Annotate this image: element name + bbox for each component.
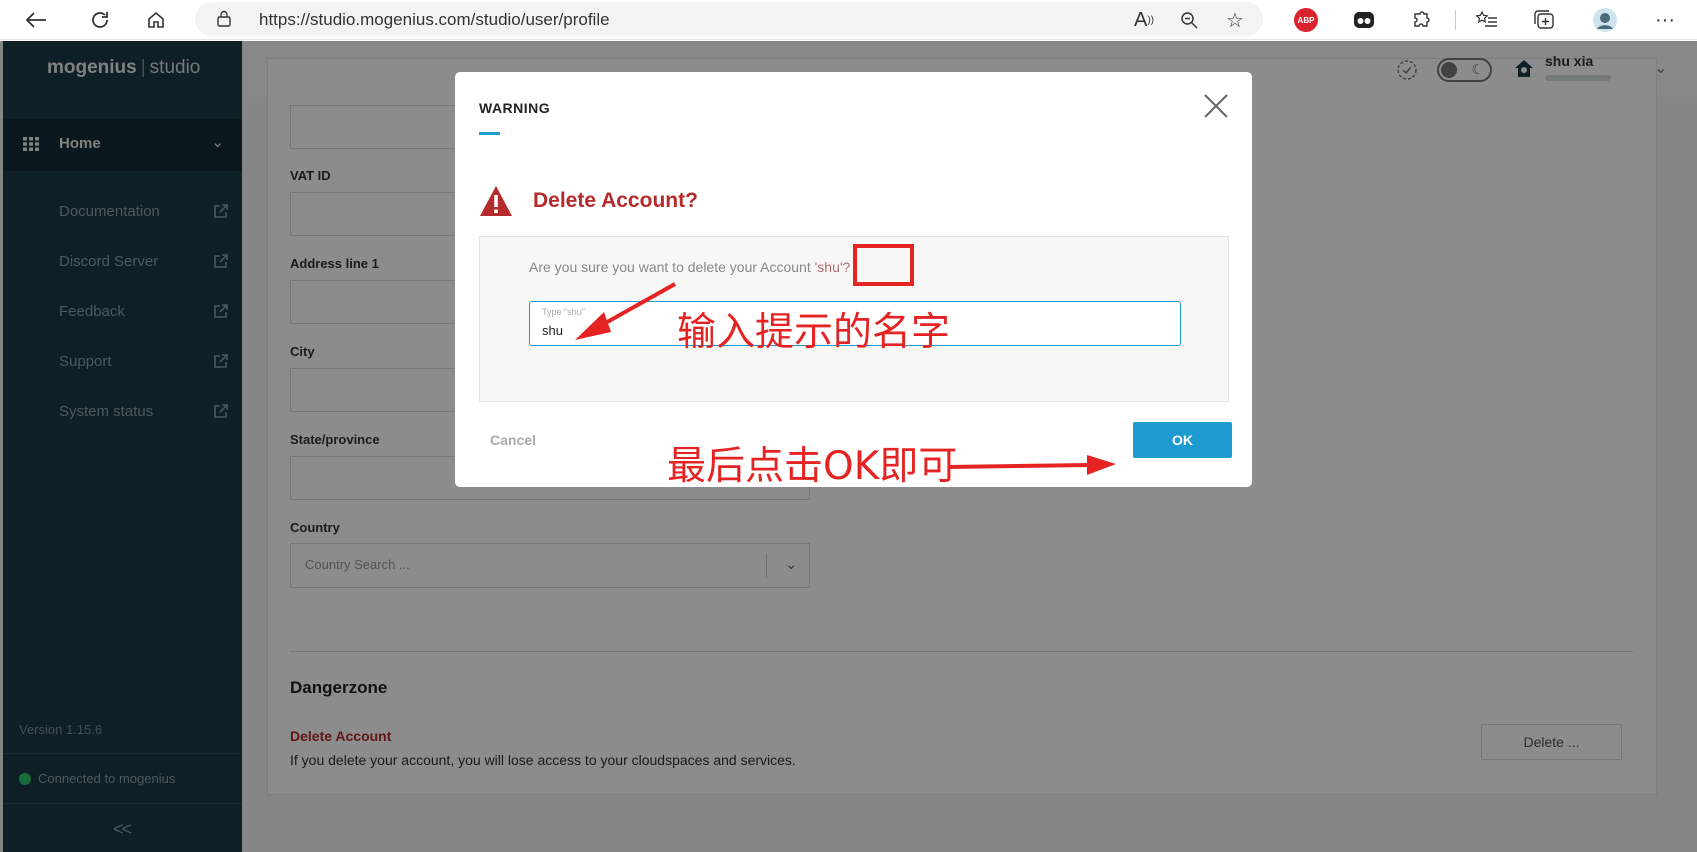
dialog-heading-row: Delete Account? xyxy=(479,184,698,218)
more-menu-icon[interactable]: ··· xyxy=(1650,5,1680,35)
favorite-star-icon[interactable]: ☆ xyxy=(1220,5,1250,35)
confirm-question: Are you sure you want to delete your Acc… xyxy=(529,259,850,275)
read-aloud-icon[interactable]: A)) xyxy=(1129,5,1159,35)
close-icon[interactable] xyxy=(1202,92,1230,120)
profile-avatar-icon[interactable] xyxy=(1590,5,1620,35)
collections-icon[interactable] xyxy=(1530,5,1560,35)
lock-icon xyxy=(217,10,231,27)
home-icon[interactable] xyxy=(140,4,172,36)
annotation-input-hint: 输入提示的名字 xyxy=(677,310,951,355)
browser-toolbar: https://studio.mogenius.com/studio/user/… xyxy=(0,0,1697,40)
extensions-puzzle-icon[interactable] xyxy=(1406,5,1436,35)
extension-mask-icon[interactable] xyxy=(1349,5,1379,35)
account-name-highlight: 'shu'? xyxy=(814,259,851,275)
url-text: https://studio.mogenius.com/studio/user/… xyxy=(259,10,610,29)
address-bar[interactable]: https://studio.mogenius.com/studio/user/… xyxy=(195,2,1263,36)
refresh-icon[interactable] xyxy=(84,4,116,36)
zoom-icon[interactable] xyxy=(1174,5,1204,35)
toolbar-separator xyxy=(1455,10,1456,30)
back-icon[interactable] xyxy=(20,4,52,36)
confirm-name-placeholder: Type "shu" xyxy=(542,307,585,317)
dialog-title: WARNING xyxy=(479,100,551,116)
annotation-ok-hint: 最后点击OK即可 xyxy=(667,444,958,489)
cancel-button[interactable]: Cancel xyxy=(490,432,536,448)
warning-triangle-icon xyxy=(480,186,512,216)
confirm-question-text: Are you sure you want to delete your Acc… xyxy=(529,259,815,275)
annotation-highlight-box xyxy=(853,244,914,286)
title-accent-bar xyxy=(479,132,500,135)
dialog-heading: Delete Account? xyxy=(533,189,698,212)
adblock-icon[interactable]: ABP xyxy=(1291,5,1321,35)
favorites-list-icon[interactable] xyxy=(1472,5,1502,35)
delete-account-dialog: WARNING Delete Account? Are you sure you… xyxy=(455,72,1252,487)
ok-button[interactable]: OK xyxy=(1133,422,1232,458)
